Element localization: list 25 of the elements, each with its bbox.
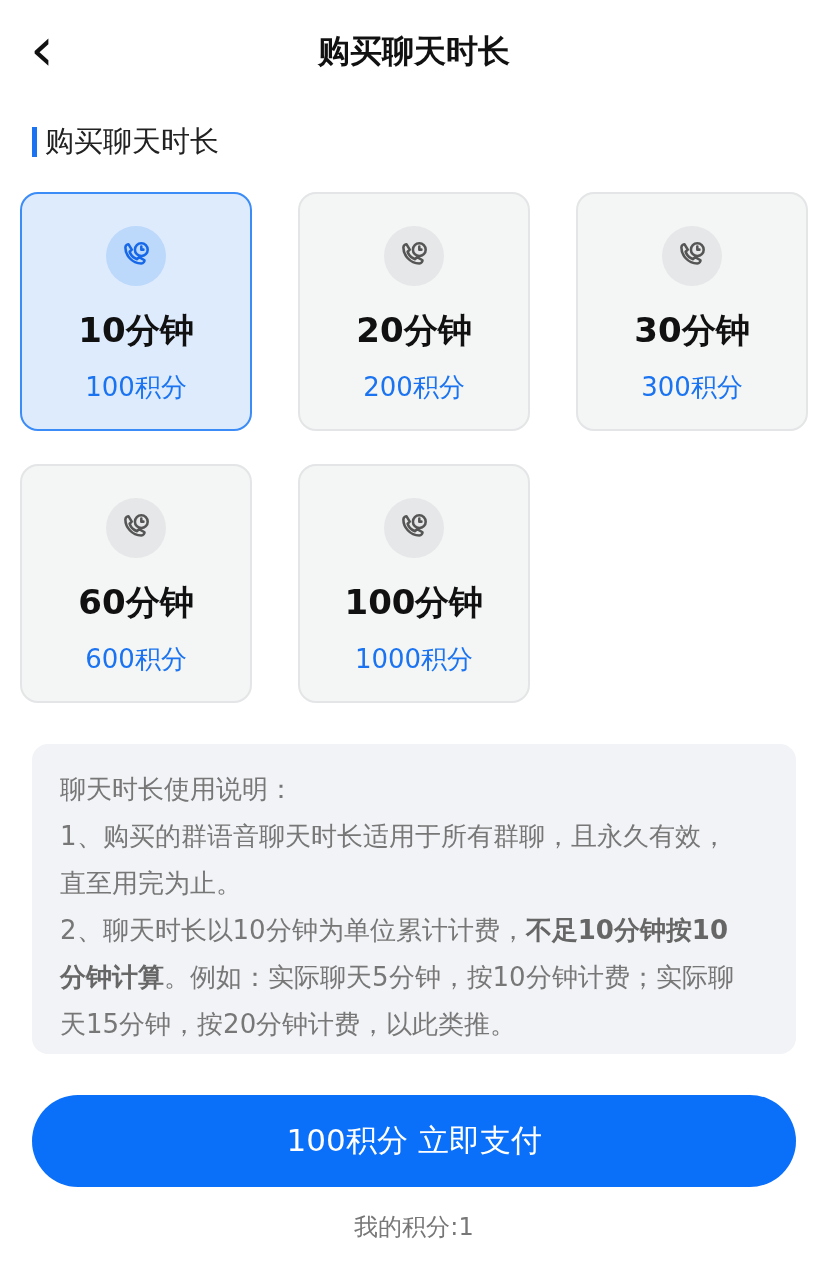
duration-label: 10分钟 bbox=[78, 309, 194, 352]
section-title: 购买聊天时长 bbox=[45, 123, 219, 160]
option-card[interactable]: 60分钟 600积分 bbox=[20, 464, 252, 703]
duration-label: 60分钟 bbox=[78, 581, 194, 624]
note-text: 2、聊天时长以10分钟为单位累计计费，不足10分钟按10分钟计算。例如：实际聊天5分钟，按10分钟计费；实际聊天15分钟，按20分钟计费，以此类推。 bbox=[60, 914, 735, 1041]
points-balance: 我的积分:1 bbox=[354, 1213, 474, 1241]
option-card[interactable]: 30分钟 300积分 bbox=[576, 192, 808, 431]
page-title: 购买聊天时长 bbox=[318, 31, 510, 72]
duration-label: 100分钟 bbox=[344, 581, 484, 624]
back-button[interactable]: ‹ bbox=[22, 24, 62, 74]
price-label: 200积分 bbox=[363, 371, 465, 404]
note-text: 聊天时长使用说明： bbox=[60, 773, 295, 806]
duration-label: 20分钟 bbox=[356, 309, 472, 352]
accent-bar bbox=[32, 127, 37, 157]
option-card[interactable]: 20分钟 200积分 bbox=[298, 192, 530, 431]
price-label: 1000积分 bbox=[354, 643, 474, 676]
option-card[interactable]: 10分钟 100积分 bbox=[20, 192, 252, 431]
price-label: 600积分 bbox=[85, 643, 187, 676]
duration-label: 30分钟 bbox=[634, 309, 750, 352]
option-card[interactable]: 100分钟 1000积分 bbox=[298, 464, 530, 703]
price-label: 300积分 bbox=[641, 371, 743, 404]
pay-button[interactable]: 100积分 立即支付 bbox=[32, 1095, 796, 1187]
phone-clock-icon bbox=[106, 226, 166, 286]
price-label: 100积分 bbox=[85, 371, 187, 404]
note-text: 1、购买的群语音聊天时长适用于所有群聊，且永久有效，直至用完为止。 bbox=[60, 820, 728, 900]
